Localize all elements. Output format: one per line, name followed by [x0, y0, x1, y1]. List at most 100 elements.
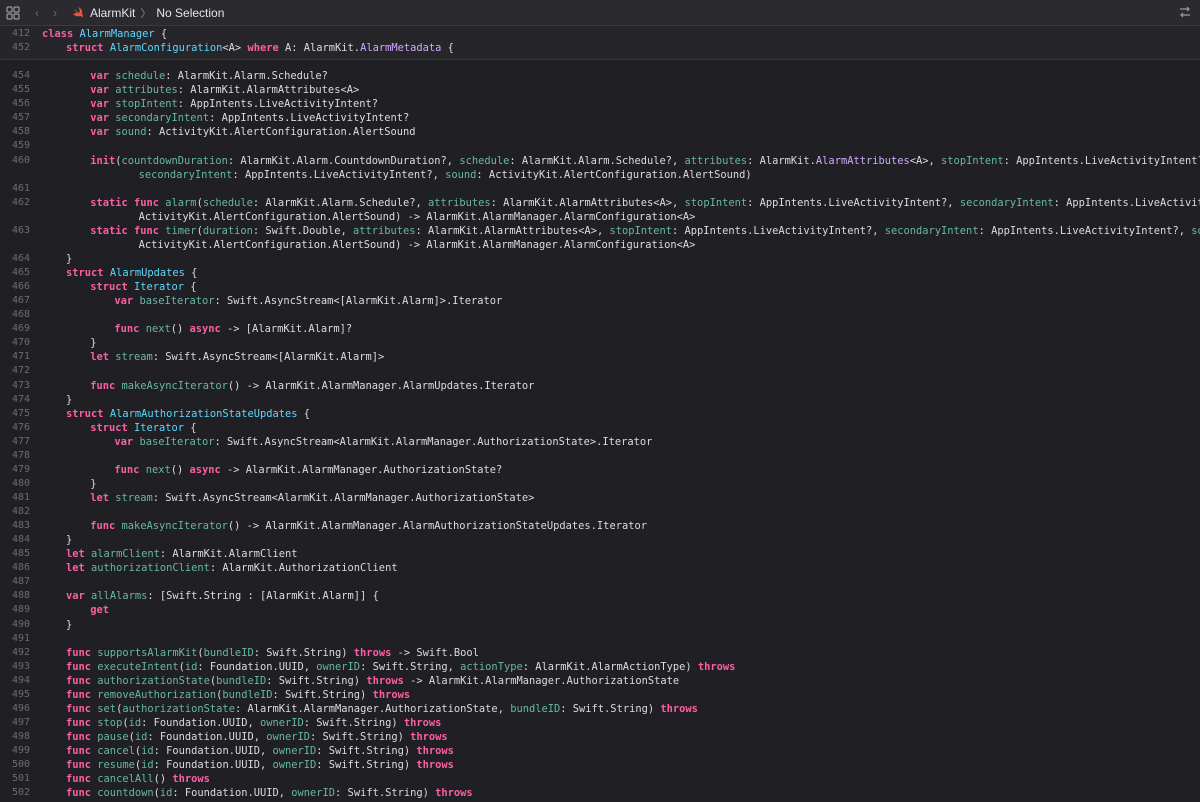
editor-toolbar: ‹ › AlarmKit 〉 No Selection: [0, 0, 1200, 26]
code-token: next: [145, 323, 171, 336]
code-token: : Swift.AsyncStream<[AlarmKit.Alarm]>: [152, 351, 385, 364]
line-number: 463: [11, 224, 30, 236]
code-token: ActivityKit.AlertConfiguration.AlertSoun…: [138, 210, 696, 223]
back-arrow-icon[interactable]: ‹: [32, 6, 42, 20]
code-token: () -> AlarmKit.AlarmManager.AlarmUpdates…: [227, 379, 535, 392]
code-token: : AlarmKit.: [747, 154, 816, 167]
breadcrumb-selection[interactable]: No Selection: [156, 6, 224, 20]
line-number: 480: [11, 477, 30, 489]
code-token: executeIntent: [97, 660, 179, 673]
line-number: 499: [11, 745, 30, 757]
code-token: : AlarmKit.AlarmClient: [159, 548, 298, 561]
code-token: : Foundation.UUID,: [153, 745, 273, 758]
code-token: throws: [172, 773, 210, 786]
code-token: var: [66, 590, 85, 603]
code-token: bundleID: [216, 674, 267, 687]
code-text: let authorizationClient: AlarmKit.Author…: [66, 561, 398, 575]
line-number: 469: [11, 323, 30, 335]
code-token: A: AlarmKit.: [278, 42, 361, 55]
code-token: func: [66, 646, 92, 659]
code-token: throws: [416, 759, 454, 772]
code-token: : Foundation.UUID,: [172, 787, 292, 800]
code-token: ownerID: [272, 745, 317, 758]
breadcrumb-module[interactable]: AlarmKit: [90, 6, 135, 20]
code-token: func: [114, 323, 140, 336]
code-token: : AlarmKit.AlarmAttributes<A>,: [415, 224, 610, 237]
code-token: async: [189, 323, 221, 336]
code-text: class AlarmManager {: [42, 27, 167, 41]
code-token: static func: [90, 196, 160, 209]
code-token: throws: [410, 731, 448, 743]
adjust-editor-icon[interactable]: [1178, 5, 1192, 19]
code-token: {: [184, 421, 197, 434]
line-number: 497: [11, 716, 30, 728]
code-token: set: [97, 702, 117, 715]
line-number: 462: [11, 196, 30, 208]
code-token: authorizationState: [122, 702, 235, 715]
code-token: throws: [697, 660, 736, 673]
code-text: var schedule: AlarmKit.Alarm.Schedule?: [90, 69, 328, 83]
code-editor[interactable]: 412 class AlarmManager {452 struct AlarmCo…: [0, 26, 1200, 802]
code-token: }: [90, 477, 97, 490]
code-token: func: [66, 674, 92, 687]
grid-icon[interactable]: [6, 5, 20, 20]
code-token: : AlarmKit.Alarm.Schedule?: [165, 70, 328, 83]
code-token: var: [90, 98, 109, 111]
code-token: : Swift.String): [335, 787, 436, 800]
code-text: struct Iterator {: [90, 280, 196, 294]
code-token: throws: [416, 745, 454, 758]
code-token: : Swift.String): [272, 688, 373, 701]
code-token: var: [90, 84, 109, 97]
code-text: func next() async -> [AlarmKit.Alarm]?: [114, 322, 352, 336]
code-token: timer: [165, 224, 197, 237]
code-token: attributes: [684, 154, 748, 167]
code-token: attributes: [352, 224, 416, 237]
code-text: var baseIterator: Swift.AsyncStream<[Ala…: [114, 294, 502, 308]
code-token: countdown: [97, 787, 154, 800]
code-text: ActivityKit.AlertConfiguration.AlertSoun…: [139, 210, 696, 224]
line-number: 475: [11, 407, 30, 419]
line-number: 502: [11, 787, 30, 799]
code-token: ownerID: [291, 787, 336, 800]
code-text: var secondaryIntent: AppIntents.LiveActi…: [90, 111, 409, 125]
code-token: actionType: [460, 660, 523, 673]
code-token: : Foundation.UUID,: [147, 731, 267, 743]
line-number: 492: [11, 646, 30, 658]
code-text: struct AlarmAuthorizationStateUpdates {: [66, 407, 310, 421]
code-token: attributes: [428, 196, 491, 209]
code-token: : AlarmKit.AlarmAttributes<A>,: [490, 196, 685, 209]
code-token: func: [66, 745, 92, 758]
code-token: func: [66, 702, 92, 715]
code-token: -> AlarmKit.AlarmManager.AuthorizationSt…: [403, 674, 680, 687]
code-token: func: [90, 379, 116, 392]
code-text: static func alarm(schedule: AlarmKit.Ala…: [90, 196, 1200, 210]
code-token: : Swift.String): [560, 702, 661, 715]
forward-arrow-icon[interactable]: ›: [50, 6, 60, 20]
code-token: func: [66, 660, 92, 673]
line-number: 454: [11, 70, 30, 82]
code-text: struct Iterator {: [90, 421, 196, 435]
code-text: secondaryIntent: AppIntents.LiveActivity…: [139, 168, 752, 182]
code-token: stopIntent: [941, 154, 1004, 167]
code-token: : AlarmKit.Alarm.CountdownDuration?,: [227, 154, 460, 167]
code-token: stream: [115, 491, 153, 504]
line-number: 483: [11, 520, 30, 532]
code-token: : AppIntents.LiveActivityIntent?,: [1003, 154, 1200, 167]
code-token: : AppIntents.LiveActivityIntent?: [177, 98, 378, 111]
code-token: var: [90, 112, 109, 125]
code-text: }: [66, 393, 72, 407]
code-token: schedule: [459, 154, 510, 167]
code-token: where: [247, 42, 279, 55]
code-token: {: [184, 281, 197, 294]
code-token: bundleID: [510, 702, 561, 715]
code-token: AlarmUpdates: [109, 267, 185, 280]
code-token: : AlarmKit.AlarmActionType): [522, 660, 698, 673]
code-token: let: [66, 548, 85, 561]
code-token: {: [184, 267, 198, 280]
code-token: bundleID: [203, 646, 254, 659]
code-text: func makeAsyncIterator() -> AlarmKit.Ala…: [90, 519, 647, 533]
code-token: AlarmAttributes: [815, 154, 910, 167]
code-token: static func: [90, 224, 160, 237]
code-token: schedule: [115, 70, 166, 83]
line-number: 486: [11, 562, 30, 574]
